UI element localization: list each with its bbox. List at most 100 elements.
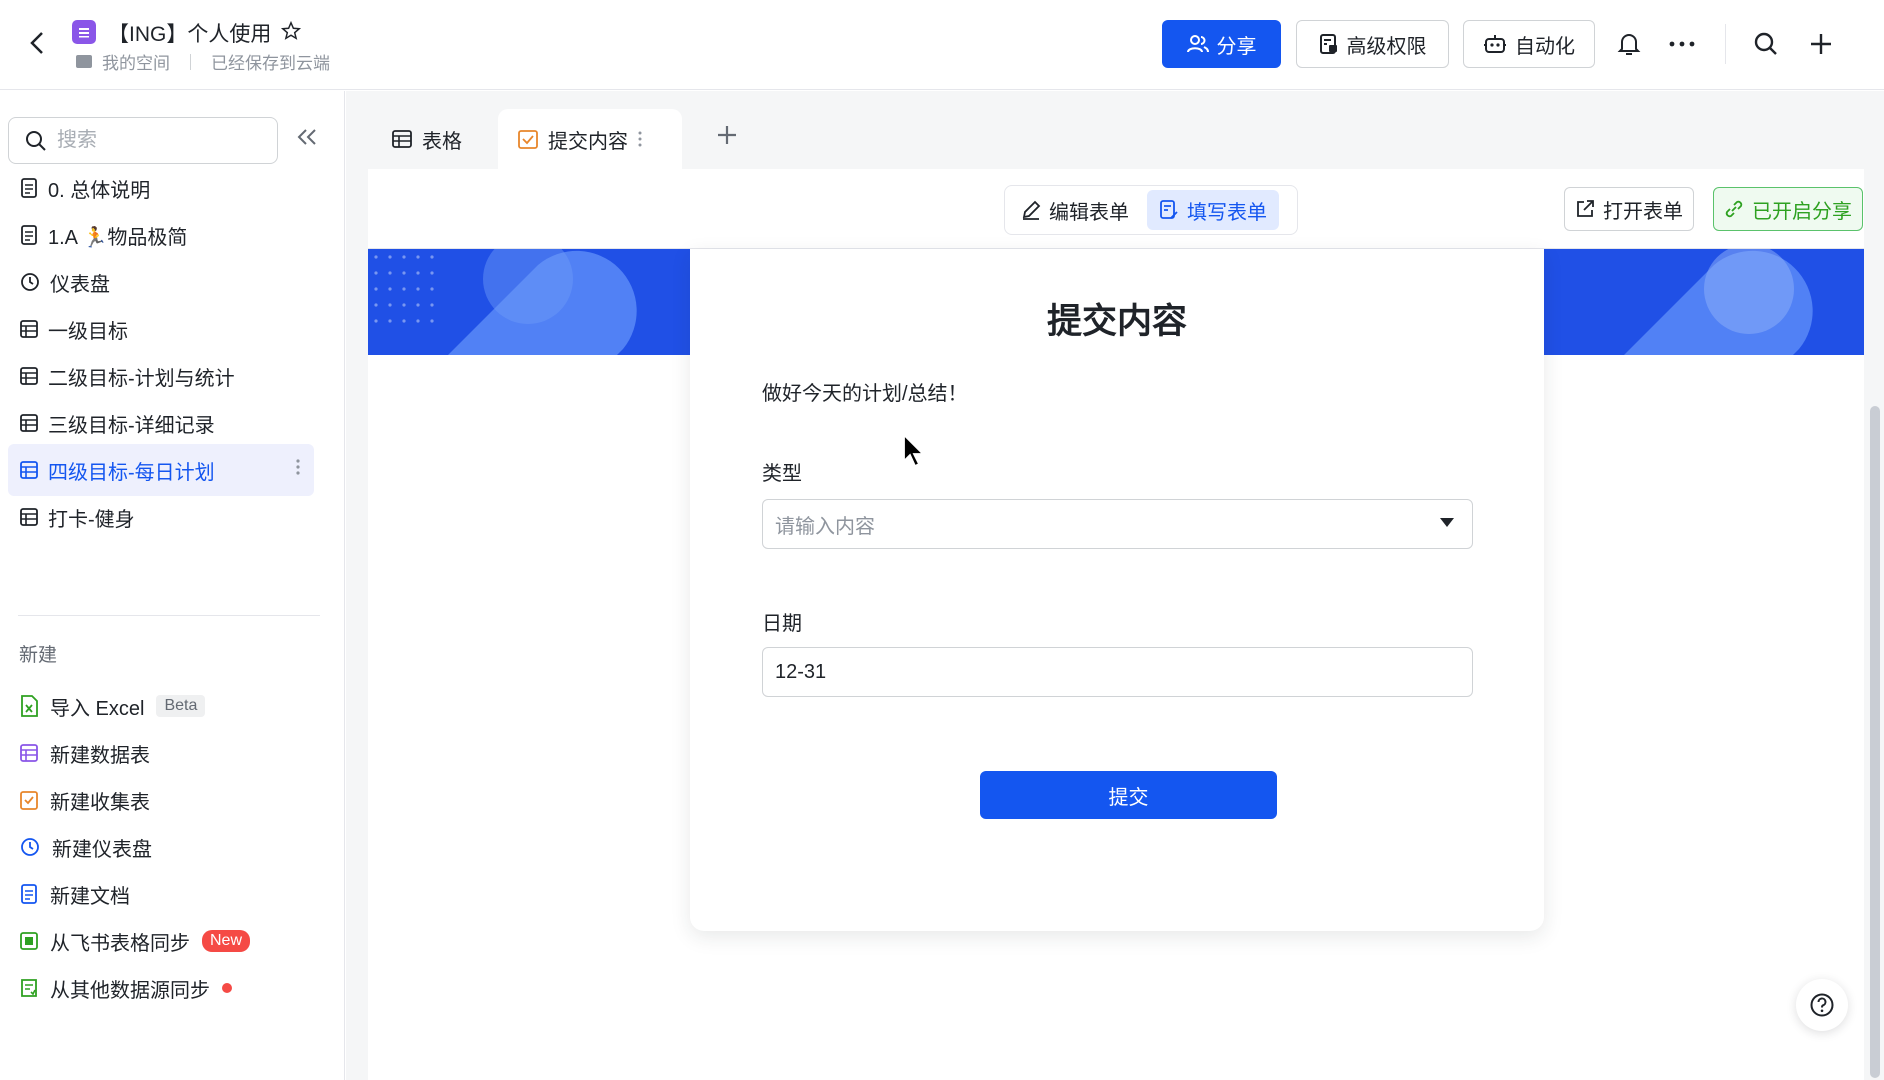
automation-button[interactable]: 自动化: [1463, 20, 1595, 68]
edit-form-button[interactable]: 编辑表单: [1009, 190, 1141, 230]
new-item-label: 从飞书表格同步: [50, 932, 190, 955]
sidebar-item-goal-level-2[interactable]: 二级目标-计划与统计: [8, 350, 314, 402]
search-icon[interactable]: [1748, 26, 1784, 62]
add-icon[interactable]: [1803, 26, 1839, 62]
open-form-button[interactable]: 打开表单: [1564, 187, 1694, 231]
add-tab-icon[interactable]: [716, 124, 738, 152]
form-banner-right: [1544, 249, 1864, 355]
sheet-icon: [20, 932, 38, 950]
sidebar-item-minimalism[interactable]: 1.A 🏃物品极简: [8, 209, 314, 261]
save-status: 已经保存到云端: [211, 54, 330, 73]
type-select[interactable]: 请输入内容: [762, 499, 1473, 549]
sidebar-search-input[interactable]: [57, 129, 247, 152]
sidebar-item-label: 二级目标-计划与统计: [48, 367, 235, 390]
sidebar-item-label: 打卡-健身: [48, 508, 135, 531]
doc-icon: [21, 178, 37, 198]
mouse-cursor-icon: [902, 432, 928, 475]
doc-icon: [21, 884, 37, 904]
item-more-icon[interactable]: [296, 458, 300, 482]
form-card: 提交内容 做好今天的计划/总结！ 类型 请输入内容 日期 12-31 提交: [690, 249, 1544, 931]
dashboard-icon: [21, 838, 39, 856]
table-icon: [20, 367, 38, 385]
new-section-label: 新建: [19, 645, 58, 666]
sharing-enabled-button[interactable]: 已开启分享: [1713, 187, 1863, 231]
new-item-label: 新建仪表盘: [52, 838, 152, 861]
import-excel-item[interactable]: 导入 Excel Beta: [8, 682, 314, 730]
tab-grid[interactable]: 表格: [372, 109, 482, 169]
tab-submit-content[interactable]: 提交内容: [498, 109, 682, 169]
table-icon: [20, 320, 38, 338]
date-field-label: 日期: [762, 613, 802, 635]
excel-icon: [21, 695, 38, 717]
doc-icon: [21, 225, 37, 245]
collapse-sidebar-icon[interactable]: [296, 127, 318, 153]
scrollbar[interactable]: [1870, 406, 1880, 1078]
more-icon[interactable]: [1664, 26, 1700, 62]
date-field[interactable]: 12-31: [762, 647, 1473, 697]
share-label: 分享: [1216, 35, 1257, 58]
notification-dot: [222, 983, 232, 993]
help-button[interactable]: [1796, 979, 1848, 1031]
tab-label: 提交内容: [548, 130, 628, 153]
location-link[interactable]: 我的空间: [102, 49, 170, 74]
search-icon: [26, 130, 46, 151]
type-select-placeholder: 请输入内容: [775, 515, 875, 538]
advanced-permissions-button[interactable]: 高级权限: [1296, 20, 1449, 68]
pencil-icon: [1022, 200, 1041, 220]
share-button[interactable]: 分享: [1162, 20, 1281, 68]
form-mode-switch: 编辑表单 填写表单: [1004, 185, 1298, 235]
sidebar-item-label: 一级目标: [48, 320, 128, 343]
new-doc-item[interactable]: 新建文档: [8, 870, 314, 918]
star-icon[interactable]: [280, 20, 302, 48]
automation-label: 自动化: [1515, 35, 1575, 58]
new-form-item[interactable]: 新建收集表: [8, 776, 314, 824]
edit-form-label: 编辑表单: [1049, 201, 1129, 224]
doc-title[interactable]: 【ING】个人使用: [108, 18, 271, 48]
permissions-label: 高级权限: [1346, 35, 1427, 58]
divider: [18, 615, 320, 616]
tab-bar: 表格 提交内容: [346, 91, 1884, 169]
tab-more-icon[interactable]: [638, 131, 642, 147]
fill-form-button[interactable]: 填写表单: [1147, 190, 1279, 230]
base-app-icon: [72, 20, 96, 44]
sidebar-item-label: 0. 总体说明: [48, 179, 151, 202]
tab-label: 表格: [422, 130, 462, 153]
sidebar-item-label: 1.A 🏃物品极简: [48, 226, 188, 249]
beta-badge: Beta: [156, 695, 206, 717]
form-banner-left: [368, 249, 690, 355]
sync-feishu-sheet-item[interactable]: 从飞书表格同步 New: [8, 917, 314, 965]
fill-form-icon: [1160, 200, 1178, 219]
submit-button[interactable]: 提交: [980, 771, 1277, 819]
new-badge: New: [202, 930, 251, 952]
sidebar: 0. 总体说明 1.A 🏃物品极简 仪表盘 一级目标 二级目标-计划与统计 三级…: [0, 91, 345, 1080]
robot-icon: [1484, 35, 1506, 53]
new-item-label: 新建数据表: [50, 744, 150, 767]
sidebar-item-overview[interactable]: 0. 总体说明: [8, 162, 314, 214]
sidebar-item-label: 仪表盘: [50, 273, 110, 296]
form-view: 编辑表单 填写表单 打开表单 已开启分享 提交内容 做好今天的计划/总结！ 类型…: [368, 169, 1864, 1080]
new-dashboard-item[interactable]: 新建仪表盘: [8, 823, 314, 871]
new-table-item[interactable]: 新建数据表: [8, 729, 314, 777]
link-icon: [1725, 200, 1743, 218]
sidebar-item-goal-level-3[interactable]: 三级目标-详细记录: [8, 397, 314, 449]
sidebar-item-fitness[interactable]: 打卡-健身: [8, 491, 314, 543]
sidebar-search[interactable]: [8, 117, 278, 164]
sync-other-source-item[interactable]: 从其他数据源同步: [8, 964, 314, 1012]
back-icon[interactable]: [22, 28, 52, 58]
sidebar-item-goal-level-4[interactable]: 四级目标-每日计划: [8, 444, 314, 496]
form-description: 做好今天的计划/总结！: [762, 383, 968, 405]
sidebar-item-dashboard[interactable]: 仪表盘: [8, 256, 314, 308]
table-icon: [20, 461, 38, 479]
sidebar-item-goal-level-1[interactable]: 一级目标: [8, 303, 314, 355]
form-icon: [518, 130, 538, 149]
bell-icon[interactable]: [1611, 26, 1647, 62]
sharing-enabled-label: 已开启分享: [1752, 200, 1852, 223]
date-field-value: 12-31: [775, 660, 827, 683]
main-area: 表格 提交内容 编辑表单 填写表单 打开表单 已开启分享 提交内容 做好今天的计…: [346, 91, 1884, 1080]
table-icon: [20, 744, 38, 762]
table-icon: [20, 414, 38, 432]
form-title: 提交内容: [1046, 302, 1187, 341]
help-icon: [1810, 993, 1834, 1017]
sidebar-item-label: 四级目标-每日计划: [48, 461, 215, 484]
sync-icon: [21, 979, 37, 997]
